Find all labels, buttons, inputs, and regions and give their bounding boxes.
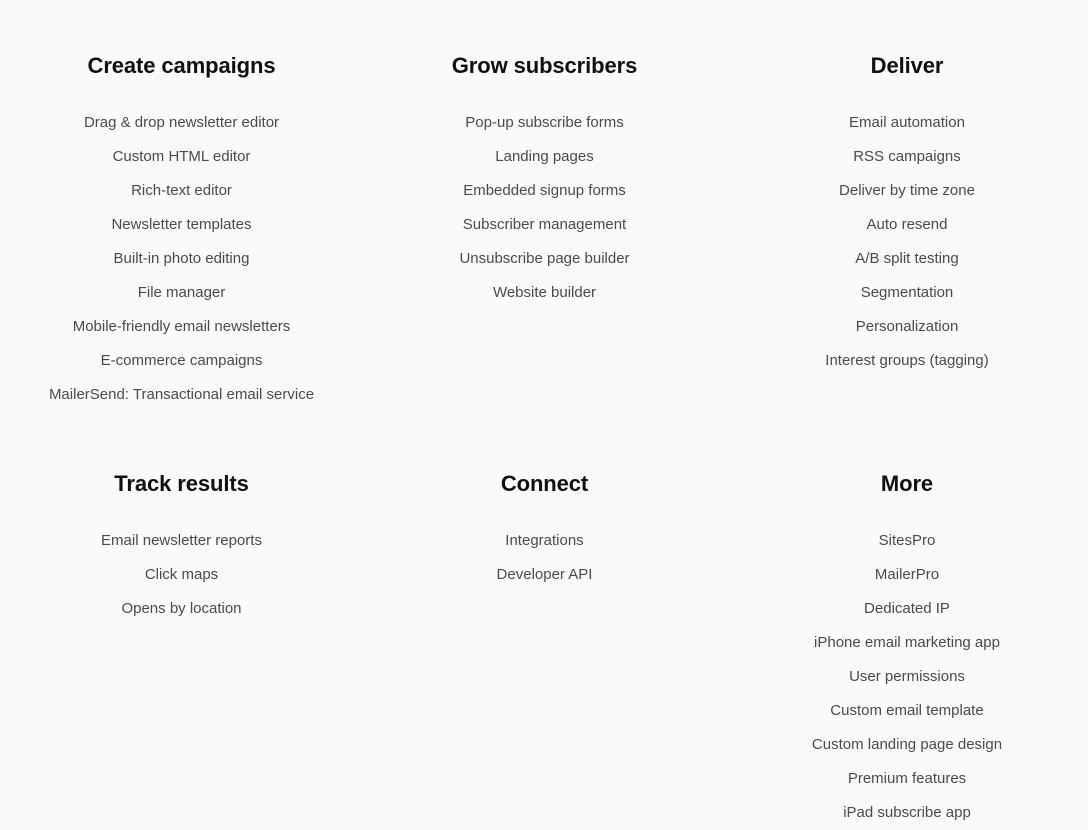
feature-link-drag-drop-newsletter-editor[interactable]: Drag & drop newsletter editor bbox=[8, 106, 355, 140]
column-heading-grow-subscribers: Grow subscribers bbox=[451, 53, 638, 78]
feature-link-mailersend-transactional-email-service[interactable]: MailerSend: Transactional email service bbox=[8, 378, 355, 412]
list-item: Embedded signup forms bbox=[371, 174, 718, 208]
list-item: Dedicated IP bbox=[734, 592, 1080, 626]
list-item: Drag & drop newsletter editor bbox=[8, 106, 355, 140]
list-item: E-commerce campaigns bbox=[8, 344, 355, 378]
feature-link-rich-text-editor[interactable]: Rich-text editor bbox=[8, 174, 355, 208]
feature-link-custom-landing-page-design[interactable]: Custom landing page design bbox=[734, 728, 1080, 762]
column-heading-more: More bbox=[880, 471, 934, 496]
list-item: Interest groups (tagging) bbox=[734, 344, 1080, 378]
list-item: Mobile-friendly email newsletters bbox=[8, 310, 355, 344]
column-link-list-grow-subscribers: Pop-up subscribe forms Landing pages Embed… bbox=[371, 106, 718, 310]
column-link-list-more: SitesPro MailerPro Dedicated IP iPhone emai… bbox=[734, 524, 1080, 830]
feature-link-dedicated-ip[interactable]: Dedicated IP bbox=[734, 592, 1080, 626]
feature-link-embedded-signup-forms[interactable]: Embedded signup forms bbox=[371, 174, 718, 208]
list-item: Unsubscribe page builder bbox=[371, 242, 718, 276]
feature-link-website-builder[interactable]: Website builder bbox=[371, 276, 718, 310]
list-item: Segmentation bbox=[734, 276, 1080, 310]
column-link-list-create-campaigns: Drag & drop newsletter editor Custom HTML… bbox=[8, 106, 355, 412]
feature-link-auto-resend[interactable]: Auto resend bbox=[734, 208, 1080, 242]
feature-link-custom-html-editor[interactable]: Custom HTML editor bbox=[8, 140, 355, 174]
feature-link-developer-api[interactable]: Developer API bbox=[371, 558, 718, 592]
list-item: Deliver by time zone bbox=[734, 174, 1080, 208]
feature-link-mobile-friendly-email-newsletters[interactable]: Mobile-friendly email newsletters bbox=[8, 310, 355, 344]
list-item: Custom email template bbox=[734, 694, 1080, 728]
list-item: iPad subscribe app bbox=[734, 796, 1080, 830]
column-link-list-track-results: Email newsletter reports Click maps Opens … bbox=[8, 524, 355, 626]
feature-link-opens-by-location[interactable]: Opens by location bbox=[8, 592, 355, 626]
list-item: Auto resend bbox=[734, 208, 1080, 242]
list-item: Integrations bbox=[371, 524, 718, 558]
feature-link-a-b-split-testing[interactable]: A/B split testing bbox=[734, 242, 1080, 276]
list-item: Built-in photo editing bbox=[8, 242, 355, 276]
feature-link-ipad-subscribe-app[interactable]: iPad subscribe app bbox=[734, 796, 1080, 830]
list-item: Landing pages bbox=[371, 140, 718, 174]
list-item: Developer API bbox=[371, 558, 718, 592]
feature-link-integrations[interactable]: Integrations bbox=[371, 524, 718, 558]
feature-column-deliver: Deliver Email automation RSS campaigns Deli… bbox=[726, 52, 1088, 412]
feature-link-email-automation[interactable]: Email automation bbox=[734, 106, 1080, 140]
features-link-grid: Create campaigns Drag & drop newsletter e… bbox=[0, 0, 1088, 830]
feature-link-sitespro[interactable]: SitesPro bbox=[734, 524, 1080, 558]
list-item: Custom landing page design bbox=[734, 728, 1080, 762]
feature-link-segmentation[interactable]: Segmentation bbox=[734, 276, 1080, 310]
list-item: Newsletter templates bbox=[8, 208, 355, 242]
feature-link-e-commerce-campaigns[interactable]: E-commerce campaigns bbox=[8, 344, 355, 378]
list-item: Email newsletter reports bbox=[8, 524, 355, 558]
feature-link-premium-features[interactable]: Premium features bbox=[734, 762, 1080, 796]
feature-link-unsubscribe-page-builder[interactable]: Unsubscribe page builder bbox=[371, 242, 718, 276]
feature-column-grow-subscribers: Grow subscribers Pop-up subscribe forms La… bbox=[363, 52, 726, 412]
list-item: A/B split testing bbox=[734, 242, 1080, 276]
list-item: MailerPro bbox=[734, 558, 1080, 592]
column-heading-create-campaigns: Create campaigns bbox=[87, 53, 276, 78]
list-item: File manager bbox=[8, 276, 355, 310]
list-item: SitesPro bbox=[734, 524, 1080, 558]
feature-column-more: More SitesPro MailerPro Dedicated IP iPhone … bbox=[726, 412, 1088, 830]
feature-link-email-newsletter-reports[interactable]: Email newsletter reports bbox=[8, 524, 355, 558]
list-item: iPhone email marketing app bbox=[734, 626, 1080, 660]
feature-column-create-campaigns: Create campaigns Drag & drop newsletter e… bbox=[0, 52, 363, 412]
list-item: User permissions bbox=[734, 660, 1080, 694]
column-heading-track-results: Track results bbox=[114, 471, 249, 496]
list-item: Pop-up subscribe forms bbox=[371, 106, 718, 140]
column-link-list-connect: Integrations Developer API bbox=[371, 524, 718, 592]
feature-link-custom-email-template[interactable]: Custom email template bbox=[734, 694, 1080, 728]
list-item: MailerSend: Transactional email service bbox=[8, 378, 355, 412]
feature-column-connect: Connect Integrations Developer API bbox=[363, 412, 726, 830]
feature-column-track-results: Track results Email newsletter reports Cli… bbox=[0, 412, 363, 830]
list-item: Website builder bbox=[371, 276, 718, 310]
feature-link-pop-up-subscribe-forms[interactable]: Pop-up subscribe forms bbox=[371, 106, 718, 140]
column-heading-deliver: Deliver bbox=[870, 53, 944, 78]
column-link-list-deliver: Email automation RSS campaigns Deliver by … bbox=[734, 106, 1080, 378]
feature-link-built-in-photo-editing[interactable]: Built-in photo editing bbox=[8, 242, 355, 276]
feature-link-personalization[interactable]: Personalization bbox=[734, 310, 1080, 344]
feature-link-user-permissions[interactable]: User permissions bbox=[734, 660, 1080, 694]
feature-link-click-maps[interactable]: Click maps bbox=[8, 558, 355, 592]
list-item: RSS campaigns bbox=[734, 140, 1080, 174]
list-item: Subscriber management bbox=[371, 208, 718, 242]
list-item: Click maps bbox=[8, 558, 355, 592]
list-item: Premium features bbox=[734, 762, 1080, 796]
list-item: Opens by location bbox=[8, 592, 355, 626]
feature-link-deliver-by-time-zone[interactable]: Deliver by time zone bbox=[734, 174, 1080, 208]
feature-link-newsletter-templates[interactable]: Newsletter templates bbox=[8, 208, 355, 242]
list-item: Email automation bbox=[734, 106, 1080, 140]
feature-link-rss-campaigns[interactable]: RSS campaigns bbox=[734, 140, 1080, 174]
list-item: Personalization bbox=[734, 310, 1080, 344]
feature-link-subscriber-management[interactable]: Subscriber management bbox=[371, 208, 718, 242]
feature-link-landing-pages[interactable]: Landing pages bbox=[371, 140, 718, 174]
feature-link-mailerpro[interactable]: MailerPro bbox=[734, 558, 1080, 592]
list-item: Custom HTML editor bbox=[8, 140, 355, 174]
feature-link-file-manager[interactable]: File manager bbox=[8, 276, 355, 310]
list-item: Rich-text editor bbox=[8, 174, 355, 208]
feature-link-iphone-email-marketing-app[interactable]: iPhone email marketing app bbox=[734, 626, 1080, 660]
feature-link-interest-groups-tagging[interactable]: Interest groups (tagging) bbox=[734, 344, 1080, 378]
column-heading-connect: Connect bbox=[500, 471, 589, 496]
